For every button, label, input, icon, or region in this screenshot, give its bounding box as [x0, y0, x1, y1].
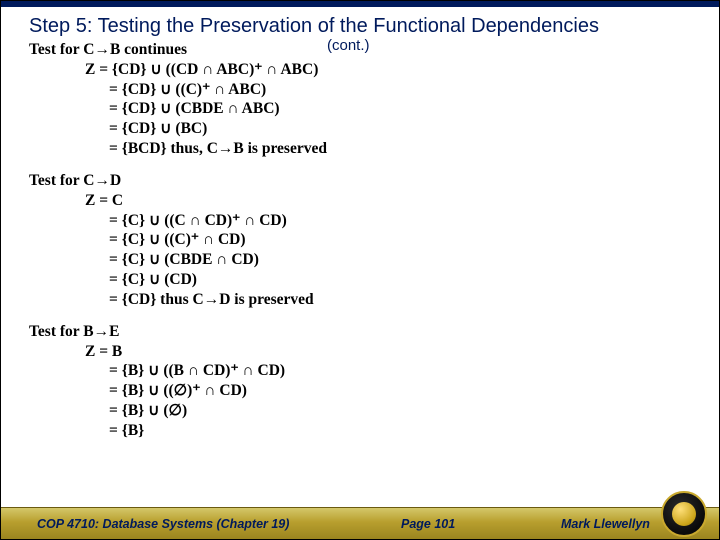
eq-line: = {B}: [29, 421, 699, 441]
eq-line: = {C} ∪ (CBDE ∩ CD): [29, 250, 699, 270]
footer-author: Mark Llewellyn: [561, 517, 650, 531]
block-heading: Test for C→D: [29, 171, 699, 191]
eq-line: = {C} ∪ (CD): [29, 270, 699, 290]
block-heading: Test for B→E: [29, 322, 699, 342]
eq-line: Z = B: [29, 342, 699, 362]
eq-line: = {CD} ∪ (CBDE ∩ ABC): [29, 99, 699, 119]
eq-line: Z = C: [29, 191, 699, 211]
eq-line: = {B} ∪ ((∅)⁺ ∩ CD): [29, 381, 699, 401]
ucf-logo: [661, 491, 707, 537]
eq-line: = {CD} ∪ (BC): [29, 119, 699, 139]
slide: Step 5: Testing the Preservation of the …: [0, 0, 720, 540]
eq-line: = {C} ∪ ((C)⁺ ∩ CD): [29, 230, 699, 250]
footer-page: Page 101: [401, 517, 455, 531]
eq-line: = {CD} ∪ ((C)⁺ ∩ ABC): [29, 80, 699, 100]
test-block-2: Test for C→D Z = C = {C} ∪ ((C ∩ CD)⁺ ∩ …: [29, 171, 699, 310]
slide-title: Step 5: Testing the Preservation of the …: [1, 7, 719, 38]
eq-line: = {CD} thus C→D is preserved: [29, 290, 699, 310]
continued-label: (cont.): [327, 37, 370, 54]
footer-course: COP 4710: Database Systems (Chapter 19): [37, 517, 289, 531]
logo-pegasus-icon: [672, 502, 696, 526]
slide-body: Test for C→B continues Z = {CD} ∪ ((CD ∩…: [1, 38, 719, 441]
eq-line: = {C} ∪ ((C ∩ CD)⁺ ∩ CD): [29, 211, 699, 231]
eq-line: Z = {CD} ∪ ((CD ∩ ABC)⁺ ∩ ABC): [29, 60, 699, 80]
eq-line: = {B} ∪ (∅): [29, 401, 699, 421]
eq-line: = {BCD} thus, C→B is preserved: [29, 139, 699, 159]
test-block-1: Test for C→B continues Z = {CD} ∪ ((CD ∩…: [29, 40, 699, 159]
eq-line: = {B} ∪ ((B ∩ CD)⁺ ∩ CD): [29, 361, 699, 381]
test-block-3: Test for B→E Z = B = {B} ∪ ((B ∩ CD)⁺ ∩ …: [29, 322, 699, 441]
footer-bar: COP 4710: Database Systems (Chapter 19) …: [1, 507, 719, 539]
